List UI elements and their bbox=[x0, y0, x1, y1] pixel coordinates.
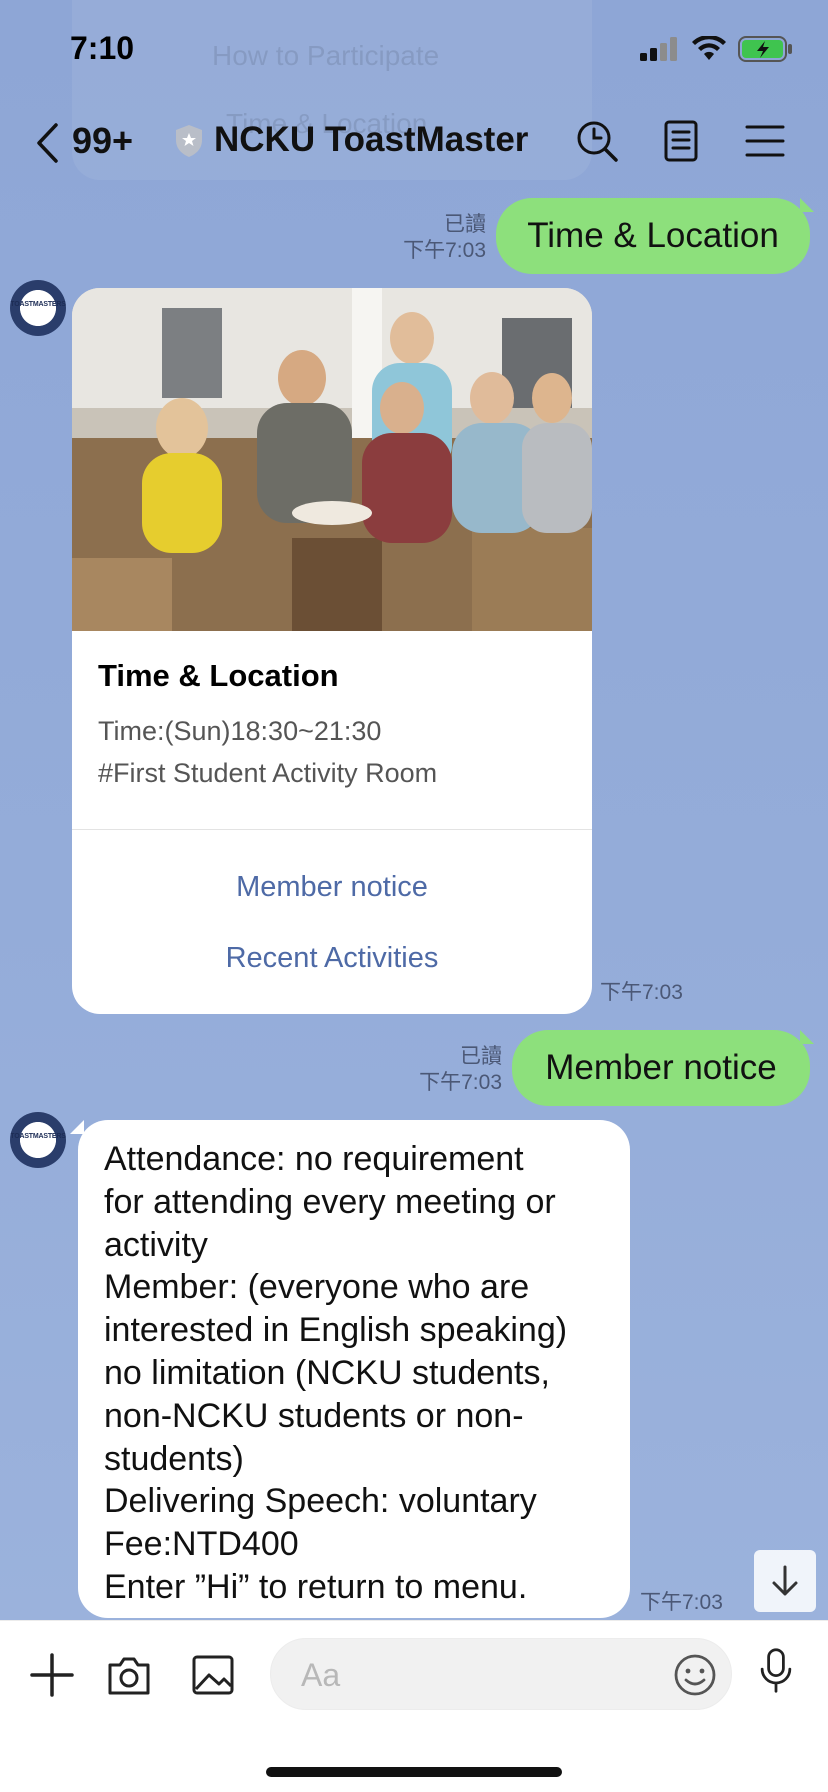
message-line: interested in English speaking) bbox=[104, 1311, 568, 1350]
camera-icon[interactable] bbox=[105, 1651, 153, 1699]
message-input-bar bbox=[0, 1620, 828, 1792]
message-line: for attending every meeting or bbox=[104, 1182, 556, 1221]
menu-icon[interactable] bbox=[742, 118, 788, 164]
message-line: activity bbox=[104, 1225, 208, 1264]
shield-badge-icon bbox=[176, 125, 202, 157]
notes-icon[interactable] bbox=[658, 118, 704, 164]
plus-icon[interactable] bbox=[28, 1651, 76, 1699]
home-indicator bbox=[266, 1767, 562, 1777]
message-line: students) bbox=[104, 1439, 244, 1478]
bubble-tail bbox=[800, 1030, 814, 1044]
message-line: Fee:NTD400 bbox=[104, 1525, 299, 1564]
card-location-text: #First Student Activity Room bbox=[98, 758, 438, 788]
message-time: 下午7:03 bbox=[419, 1071, 502, 1094]
message-time: 下午7:03 bbox=[600, 981, 683, 1004]
status-icons bbox=[640, 34, 794, 64]
divider bbox=[72, 829, 592, 830]
avatar[interactable]: TOASTMASTERS bbox=[10, 1112, 66, 1168]
message-time: 下午7:03 bbox=[640, 1591, 723, 1614]
sent-message-text: Time & Location bbox=[527, 216, 779, 255]
rich-card-message: Time & Location Time:(Sun)18:30~21:30 #F… bbox=[72, 288, 592, 1014]
chat-header: 99+ NCKU ToastMaster bbox=[0, 100, 828, 186]
bubble-tail bbox=[800, 198, 814, 212]
message-meta: 已讀 下午7:03 bbox=[376, 1044, 502, 1096]
back-chevron-icon[interactable] bbox=[34, 122, 60, 164]
sent-message-bubble[interactable]: Member notice bbox=[512, 1030, 810, 1106]
image-icon[interactable] bbox=[189, 1651, 237, 1699]
avatar[interactable]: TOASTMASTERS bbox=[10, 280, 66, 336]
unread-count[interactable]: 99+ bbox=[72, 120, 133, 162]
read-label: 已讀 bbox=[460, 1045, 502, 1068]
chat-title[interactable]: NCKU ToastMaster bbox=[214, 120, 528, 160]
scroll-to-bottom-button[interactable] bbox=[754, 1550, 816, 1612]
recent-activities-button[interactable]: Recent Activities bbox=[72, 942, 592, 975]
arrow-down-icon bbox=[772, 1565, 798, 1596]
message-line: Attendance: no requirement bbox=[104, 1140, 524, 1178]
wifi-icon bbox=[692, 36, 726, 60]
message-line: no limitation (NCKU students, bbox=[104, 1353, 550, 1392]
avatar-text: TOASTMASTERS bbox=[10, 1133, 66, 1140]
message-line: non-NCKU students or non- bbox=[104, 1396, 524, 1435]
sent-message-bubble[interactable]: Time & Location bbox=[496, 198, 810, 274]
bubble-tail bbox=[70, 1120, 84, 1134]
read-label: 已讀 bbox=[444, 213, 486, 236]
status-bar: 7:10 bbox=[0, 0, 828, 100]
card-image-students-photo[interactable] bbox=[72, 288, 592, 631]
message-line: Delivering Speech: voluntary bbox=[104, 1482, 537, 1521]
search-icon[interactable] bbox=[574, 118, 620, 164]
message-input-field[interactable] bbox=[270, 1638, 732, 1711]
message-time: 下午7:03 bbox=[403, 239, 486, 262]
received-message-bubble[interactable]: Attendance: no requirement for attending… bbox=[78, 1120, 630, 1618]
message-line: Member: (everyone who are bbox=[104, 1268, 530, 1307]
microphone-icon[interactable] bbox=[752, 1647, 800, 1695]
message-line: Enter ”Hi” to return to menu. bbox=[104, 1567, 528, 1606]
sent-message-text: Member notice bbox=[545, 1048, 777, 1087]
emoji-icon[interactable] bbox=[673, 1653, 717, 1697]
battery-charging-icon bbox=[738, 36, 792, 62]
signal-icon bbox=[640, 37, 677, 61]
card-title: Time & Location bbox=[98, 658, 339, 693]
avatar-text: TOASTMASTERS bbox=[10, 301, 66, 308]
message-input[interactable] bbox=[301, 1639, 661, 1711]
status-time: 7:10 bbox=[70, 30, 135, 66]
card-time-text: Time:(Sun)18:30~21:30 bbox=[98, 716, 382, 746]
message-meta: 已讀 下午7:03 bbox=[360, 212, 486, 264]
member-notice-button[interactable]: Member notice bbox=[72, 871, 592, 904]
